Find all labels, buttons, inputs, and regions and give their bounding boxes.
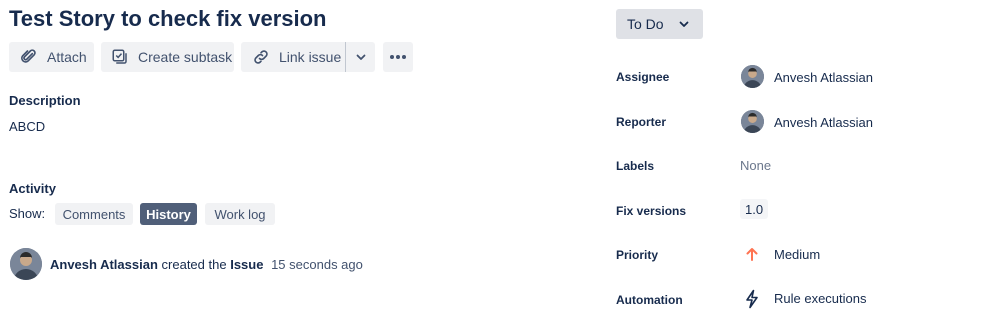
link-issue-dropdown-button[interactable]	[346, 42, 375, 72]
attach-button[interactable]: Attach	[9, 42, 94, 72]
paperclip-icon	[19, 47, 39, 67]
history-action: created the	[161, 257, 227, 272]
priority-label: Priority	[616, 248, 659, 262]
tab-comments-label: Comments	[62, 206, 126, 222]
avatar[interactable]	[10, 248, 42, 280]
priority-arrow-up-icon	[745, 246, 759, 267]
reporter-avatar[interactable]	[741, 110, 764, 133]
lightning-icon	[744, 289, 760, 314]
tab-work-log[interactable]: Work log	[205, 203, 275, 225]
history-time: 15 seconds ago	[271, 257, 363, 272]
fix-version-value: 1.0	[745, 201, 764, 217]
link-icon	[251, 47, 271, 67]
description-text[interactable]: ABCD	[9, 119, 45, 134]
labels-value[interactable]: None	[740, 158, 771, 173]
reporter-label: Reporter	[616, 115, 667, 129]
chevron-down-icon	[355, 51, 367, 63]
more-icon	[389, 54, 407, 60]
tab-history[interactable]: History	[140, 203, 197, 225]
link-issue-label: Link issue	[279, 49, 342, 65]
create-subtask-label: Create subtask	[138, 49, 233, 65]
activity-heading: Activity	[9, 181, 56, 196]
tab-comments[interactable]: Comments	[55, 203, 133, 225]
history-object: Issue	[230, 257, 264, 272]
issue-title[interactable]: Test Story to check fix version	[9, 6, 326, 32]
assignee-avatar[interactable]	[741, 65, 764, 88]
automation-label: Automation	[616, 293, 683, 307]
tab-work-log-label: Work log	[214, 206, 266, 222]
description-heading: Description	[9, 93, 81, 108]
status-label: To Do	[627, 16, 664, 32]
assignee-label: Assignee	[616, 70, 670, 84]
history-user[interactable]: Anvesh Atlassian	[50, 257, 158, 272]
automation-value[interactable]: Rule executions	[774, 291, 867, 306]
fix-version-tag[interactable]: 1.0	[740, 199, 769, 219]
history-entry: Anvesh Atlassian created the Issue 15 se…	[50, 257, 363, 272]
labels-label: Labels	[616, 159, 655, 173]
assignee-value[interactable]: Anvesh Atlassian	[774, 70, 873, 85]
attach-label: Attach	[47, 49, 87, 65]
activity-show-label: Show:	[9, 206, 46, 221]
priority-value[interactable]: Medium	[774, 247, 820, 262]
tab-history-label: History	[146, 206, 191, 222]
link-issue-button[interactable]: Link issue	[241, 42, 345, 72]
chevron-down-icon	[678, 18, 690, 30]
status-dropdown[interactable]: To Do	[616, 9, 703, 39]
reporter-value[interactable]: Anvesh Atlassian	[774, 115, 873, 130]
subtask-icon	[110, 47, 130, 67]
more-actions-button[interactable]	[383, 42, 413, 72]
create-subtask-button[interactable]: Create subtask	[101, 42, 234, 72]
fix-versions-label: Fix versions	[616, 204, 687, 218]
